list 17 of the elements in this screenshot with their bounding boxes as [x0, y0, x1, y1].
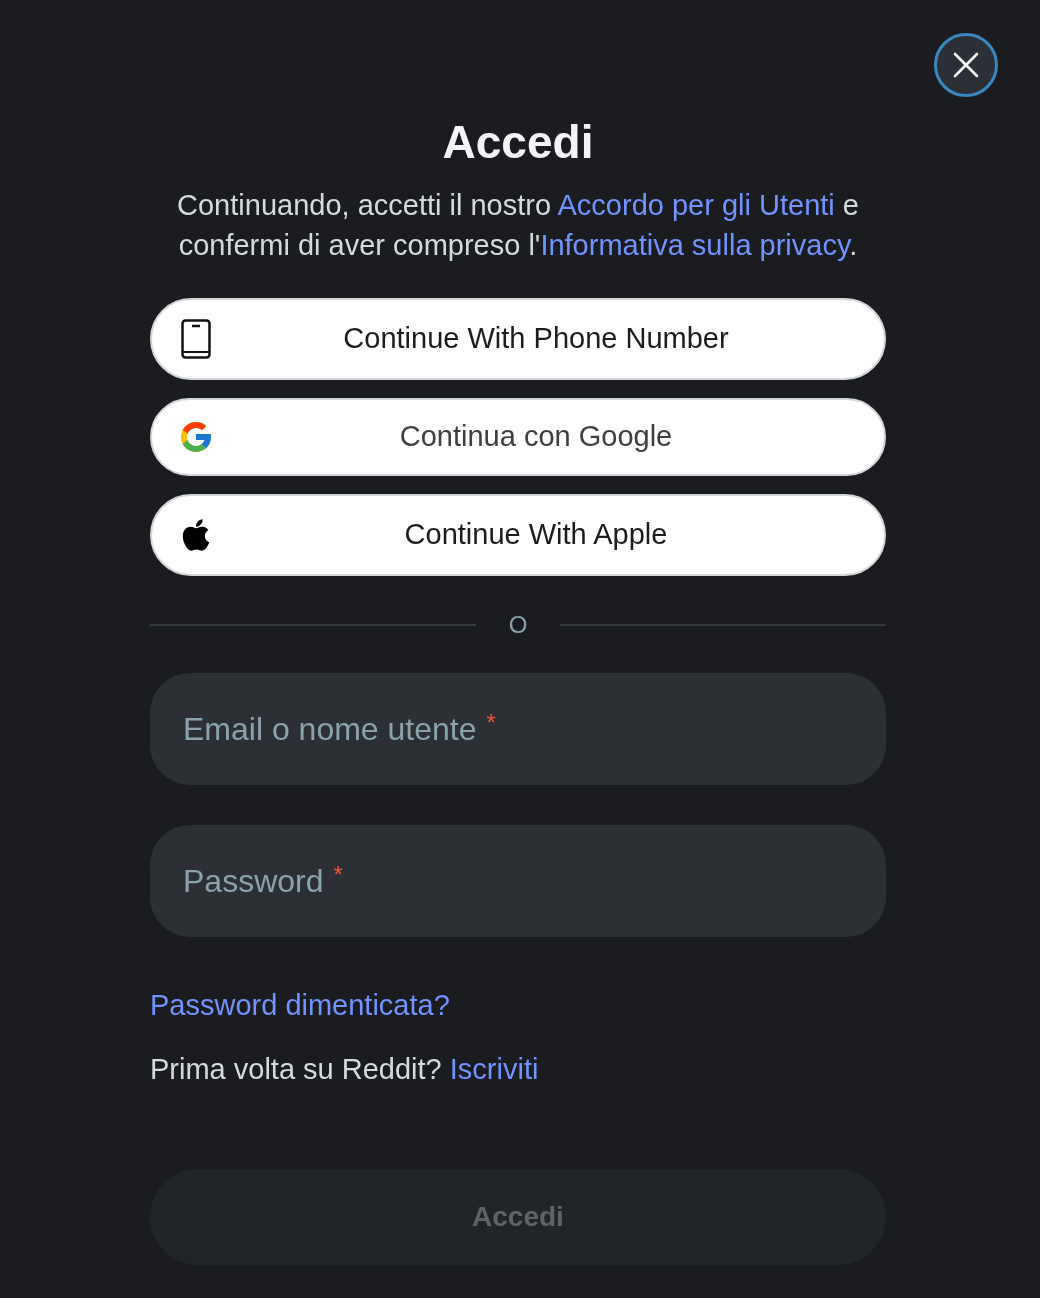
apple-logo-icon [181, 517, 211, 553]
page-title: Accedi [442, 116, 594, 168]
terms-text: Continuando, accetti il nostro Accordo per gli Utenti e confermi di aver compreso l'Informativa sulla privacy. [176, 188, 860, 263]
phone-number-button[interactable]: Continue With Phone Number [150, 298, 886, 380]
close-icon [953, 52, 979, 78]
sign-up-prompt: Prima volta su Reddit? Iscriviti [150, 1052, 539, 1087]
apple-button[interactable]: Continue With Apple [150, 494, 886, 576]
sign-up-link[interactable]: Iscriviti [449, 1053, 539, 1085]
phone-icon [181, 319, 211, 359]
user-agreement-link[interactable]: Accordo per gli Utenti [557, 189, 835, 221]
password-field[interactable]: Password * [150, 825, 886, 937]
forgot-password-link[interactable]: Password dimenticata? [150, 987, 450, 1023]
google-button[interactable]: Continua con Google [150, 398, 886, 476]
or-divider-label: O [507, 610, 529, 640]
google-g-icon [178, 419, 214, 455]
email-field[interactable]: Email o nome utente * [150, 673, 886, 785]
privacy-policy-link[interactable]: Informativa sulla privacy [540, 229, 850, 261]
